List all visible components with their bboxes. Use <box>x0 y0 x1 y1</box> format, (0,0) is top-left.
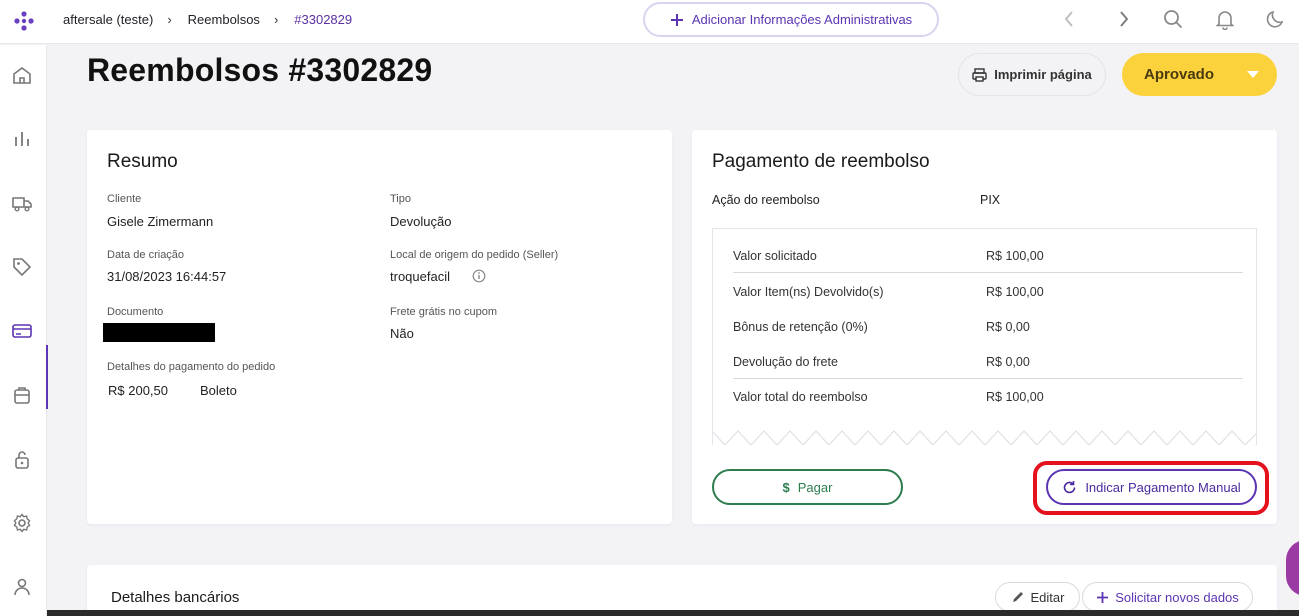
chevron-right-icon: › <box>273 12 279 27</box>
chevron-right-icon: › <box>167 12 172 27</box>
breakdown-label: Devolução do frete <box>733 355 838 369</box>
refund-breakdown: Valor solicitado R$ 100,00 Valor Item(ns… <box>712 228 1257 451</box>
home-icon[interactable] <box>11 64 33 86</box>
summary-title: Resumo <box>107 151 178 172</box>
edit-button[interactable]: Editar <box>995 582 1080 612</box>
chevron-right-icon[interactable] <box>1112 8 1134 30</box>
request-new-data-button[interactable]: Solicitar novos dados <box>1082 582 1253 612</box>
manual-payment-button[interactable]: Indicar Pagamento Manual <box>1046 469 1257 505</box>
bank-details-title: Detalhes bancários <box>111 589 240 606</box>
origin-value: troquefacil <box>390 269 450 284</box>
bell-icon[interactable] <box>1214 8 1236 30</box>
breadcrumb: aftersale (teste) › Reembolsos › #330282… <box>63 12 352 27</box>
gear-icon[interactable] <box>11 512 33 534</box>
plus-icon <box>1097 591 1109 603</box>
refresh-icon <box>1064 480 1076 493</box>
refund-payment-title: Pagamento de reembolso <box>712 151 930 172</box>
page-title: Reembolsos #3302829 <box>87 52 433 88</box>
top-bar: aftersale (teste) › Reembolsos › #330282… <box>0 0 1299 44</box>
plus-icon <box>670 13 683 26</box>
breakdown-label: Valor Item(ns) Devolvido(s) <box>733 285 884 299</box>
caret-down-icon <box>1247 71 1259 78</box>
dollar-icon: $ <box>782 479 790 495</box>
request-new-data-label: Solicitar novos dados <box>1115 589 1239 605</box>
truck-icon[interactable] <box>11 192 33 214</box>
refund-action-value: PIX <box>980 193 1001 207</box>
breakdown-value: R$ 0,00 <box>986 355 1030 369</box>
created-date-label: Data de criação <box>107 249 185 261</box>
chart-icon[interactable] <box>11 128 33 150</box>
breakdown-value: R$ 100,00 <box>986 285 1044 299</box>
printer-icon <box>972 67 987 82</box>
sidebar-active-indicator <box>46 345 48 409</box>
breakdown-label: Valor total do reembolso <box>733 390 868 404</box>
client-value: Gisele Zimermann <box>107 214 214 229</box>
breakdown-row: Valor Item(ns) Devolvido(s) R$ 100,00 <box>733 274 1243 309</box>
moon-icon[interactable] <box>1265 8 1287 30</box>
breakdown-row: Valor solicitado R$ 100,00 <box>733 238 1243 273</box>
pay-button[interactable]: $ Pagar <box>712 469 903 505</box>
lock-icon[interactable] <box>11 448 33 470</box>
redacted-document <box>103 323 215 342</box>
free-shipping-label: Frete grátis no cupom <box>390 306 497 318</box>
status-label: Aprovado <box>1144 66 1215 83</box>
user-icon[interactable] <box>11 576 33 598</box>
print-page-button[interactable]: Imprimir página <box>958 53 1106 96</box>
summary-card: Resumo Cliente Gisele Zimermann Tipo Dev… <box>87 130 672 524</box>
info-icon[interactable] <box>472 269 486 283</box>
refund-action-label: Ação do reembolso <box>712 193 820 207</box>
breakdown-label: Bônus de retenção (0%) <box>733 320 868 334</box>
breadcrumb-section[interactable]: Reembolsos <box>188 12 260 27</box>
pencil-icon <box>1012 592 1023 602</box>
chat-widget-button[interactable] <box>1286 540 1299 596</box>
breakdown-row-total: Valor total do reembolso R$ 100,00 <box>733 379 1243 414</box>
breadcrumb-current: #3302829 <box>294 12 353 27</box>
document-label: Documento <box>107 306 164 318</box>
breakdown-value: R$ 100,00 <box>986 390 1044 404</box>
receipt-zigzag-edge <box>712 430 1257 451</box>
breakdown-row: Devolução do frete R$ 0,00 <box>733 344 1243 379</box>
created-date-value: 31/08/2023 16:44:57 <box>107 269 227 284</box>
sidebar <box>0 45 48 616</box>
free-shipping-value: Não <box>390 326 414 341</box>
breakdown-value: R$ 100,00 <box>986 249 1044 263</box>
breakdown-label: Valor solicitado <box>733 249 817 263</box>
manual-payment-label: Indicar Pagamento Manual <box>1085 479 1241 495</box>
status-dropdown[interactable]: Aprovado <box>1122 53 1277 96</box>
client-label: Cliente <box>107 193 142 205</box>
breakdown-row: Bônus de retenção (0%) R$ 0,00 <box>733 309 1243 344</box>
order-payment-label: Detalhes do pagamento do pedido <box>107 361 276 373</box>
chevron-left-icon[interactable] <box>1059 8 1081 30</box>
print-page-label: Imprimir página <box>994 67 1092 82</box>
add-admin-info-label: Adicionar Informações Administrativas <box>691 12 913 27</box>
order-payment-amount: R$ 200,50 <box>108 383 168 398</box>
origin-label: Local de origem do pedido (Seller) <box>390 249 559 261</box>
page-bottom-strip <box>47 610 1299 616</box>
add-admin-info-button[interactable]: Adicionar Informações Administrativas <box>643 2 939 37</box>
breadcrumb-store[interactable]: aftersale (teste) <box>63 12 153 27</box>
search-icon[interactable] <box>1162 8 1184 30</box>
breakdown-value: R$ 0,00 <box>986 320 1030 334</box>
order-payment-method: Boleto <box>200 383 237 398</box>
type-label: Tipo <box>390 193 411 205</box>
tag-icon[interactable] <box>11 256 33 278</box>
pay-label: Pagar <box>797 479 833 495</box>
box-icon[interactable] <box>11 384 33 406</box>
type-value: Devolução <box>390 214 452 229</box>
logo-icon[interactable] <box>13 10 35 32</box>
card-icon[interactable] <box>11 320 33 342</box>
edit-label: Editar <box>1030 589 1065 605</box>
